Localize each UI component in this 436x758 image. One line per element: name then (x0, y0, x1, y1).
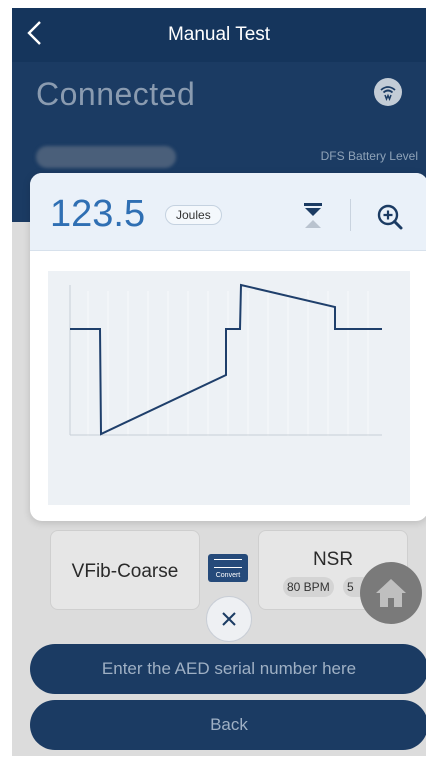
connection-status: Connected (36, 76, 196, 112)
convert-icon[interactable]: Convert (208, 554, 248, 582)
convert-label: Convert (215, 572, 241, 579)
waveform-svg (69, 283, 382, 436)
serial-number-input-button[interactable]: Enter the AED serial number here (30, 644, 426, 694)
waveform-plot (48, 271, 410, 505)
close-button[interactable] (206, 596, 252, 642)
page-title: Manual Test (167, 24, 271, 45)
battery-label: DFS Battery Level (320, 149, 418, 163)
app-screen: Manual Test Connected DFS Battery Level … (12, 8, 426, 756)
sort-arrows-icon[interactable] (302, 201, 324, 231)
home-icon (376, 579, 406, 607)
top-bar: Manual Test (12, 8, 426, 62)
energy-unit-chip: Joules (165, 205, 222, 225)
energy-modal: 123.5 Joules (30, 173, 426, 521)
rhythm-card-vfib[interactable]: VFib-Coarse (50, 530, 200, 610)
zoom-in-icon[interactable] (376, 203, 404, 231)
close-icon (222, 612, 236, 626)
home-button[interactable] (360, 562, 422, 624)
modal-header: 123.5 Joules (30, 173, 426, 251)
battery-level-bar (36, 146, 176, 168)
header-divider (350, 199, 351, 231)
back-button[interactable]: Back (30, 700, 426, 750)
plot-grid (87, 291, 369, 436)
energy-value: 123.5 (50, 193, 146, 235)
wireless-icon (374, 78, 402, 106)
convert-bars-icon (214, 559, 242, 568)
rhythm-label: VFib-Coarse (71, 561, 179, 582)
defibrillation-waveform-line (70, 283, 382, 436)
bpm-chip: 80 BPM (283, 577, 334, 597)
